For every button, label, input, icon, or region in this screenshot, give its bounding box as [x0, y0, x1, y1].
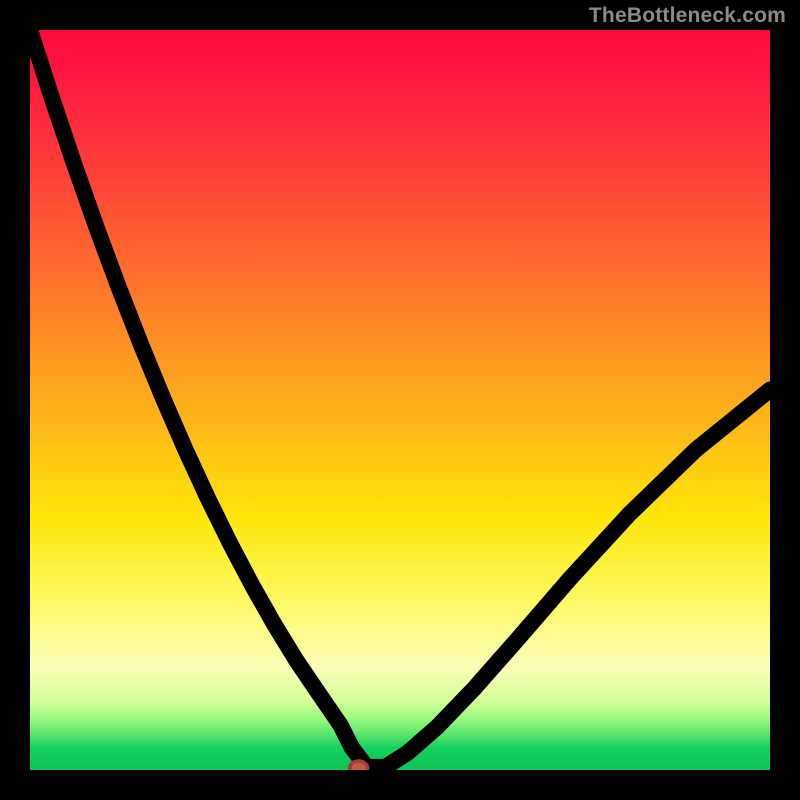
chart-svg	[30, 30, 770, 770]
bottleneck-curve	[30, 30, 770, 767]
optimum-marker	[350, 761, 368, 770]
chart-area	[30, 30, 770, 770]
watermark-text: TheBottleneck.com	[589, 4, 786, 28]
outer-frame: TheBottleneck.com	[0, 0, 800, 800]
